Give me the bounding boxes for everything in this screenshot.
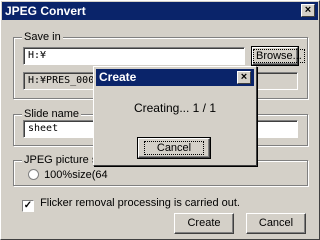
create-dialog-titlebar: Create × — [96, 69, 254, 86]
save-in-legend: Save in — [22, 31, 63, 43]
flicker-checkbox[interactable]: ✓ — [22, 200, 34, 212]
window-title: JPEG Convert — [5, 4, 86, 18]
slide-name-legend: Slide name — [22, 108, 82, 120]
checkmark-icon: ✓ — [23, 200, 33, 211]
close-button[interactable]: × — [301, 4, 315, 17]
create-dialog-title: Create — [99, 70, 137, 84]
create-dialog: Create × Creating... 1 / 1 Cancel — [93, 66, 257, 166]
flicker-label: Flicker removal processing is carried ou… — [40, 197, 240, 209]
size-option-100-label: 100%size(64 — [44, 169, 108, 181]
browse-button-label: Browse... — [253, 49, 305, 63]
save-path-input[interactable]: H:¥ — [23, 47, 245, 65]
create-dialog-cancel-label: Cancel — [143, 141, 205, 155]
create-dialog-close-button[interactable]: × — [237, 71, 251, 84]
close-icon: × — [304, 4, 312, 16]
browse-button[interactable]: Browse... — [251, 46, 305, 66]
cancel-button[interactable]: Cancel — [246, 213, 306, 234]
flicker-checkbox-row[interactable]: ✓ Flicker removal processing is carried … — [22, 197, 240, 212]
title-bar: JPEG Convert × — [2, 2, 318, 20]
size-option-100[interactable]: 100%size(64 — [28, 169, 108, 181]
close-icon: × — [240, 71, 248, 83]
create-dialog-cancel-button[interactable]: Cancel — [137, 137, 211, 159]
radio-icon — [28, 169, 39, 180]
create-button[interactable]: Create — [174, 213, 234, 234]
create-status-text: Creating... 1 / 1 — [133, 101, 217, 115]
